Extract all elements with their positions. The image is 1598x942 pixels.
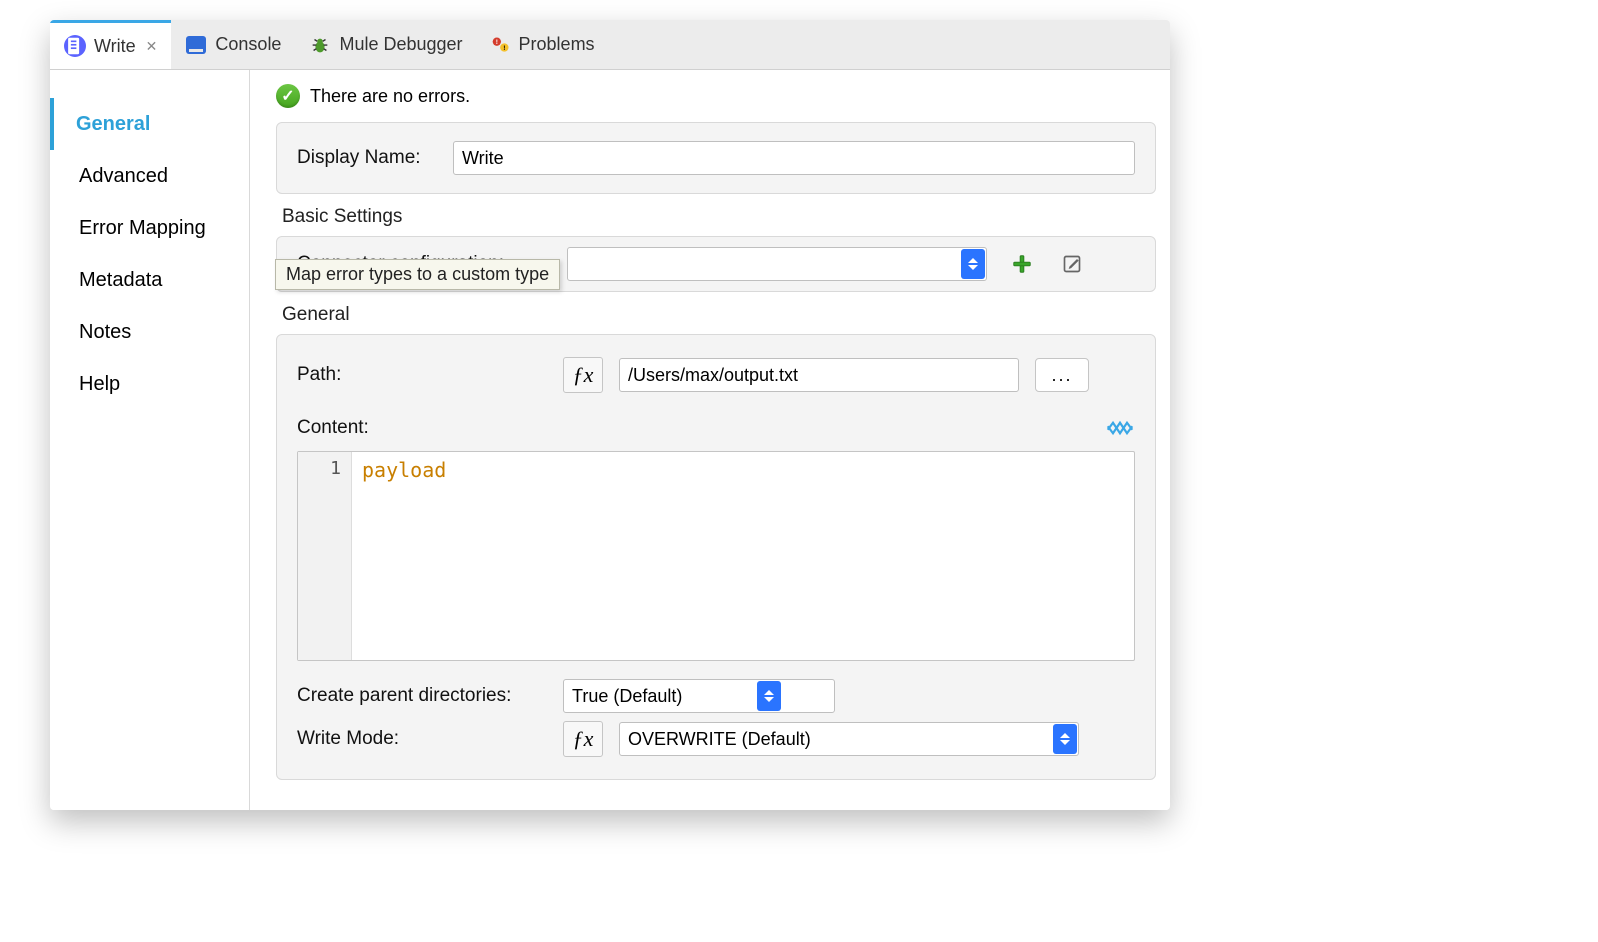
sidebar-item-general[interactable]: General	[50, 98, 249, 150]
properties-main: ✓ There are no errors. Display Name: Bas…	[250, 70, 1170, 810]
tab-label: Problems	[519, 34, 595, 55]
sidebar-item-label: Error Mapping	[79, 217, 206, 239]
close-icon[interactable]: ✕	[146, 38, 158, 55]
chevron-updown-icon[interactable]	[961, 249, 985, 279]
sidebar-item-advanced[interactable]: Advanced	[70, 150, 249, 202]
tab-label: Write	[94, 36, 136, 57]
chevron-updown-icon[interactable]	[757, 681, 781, 711]
write-mode-label: Write Mode:	[297, 728, 547, 750]
fx-toggle-writemode[interactable]: ƒx	[563, 721, 603, 757]
content-label: Content:	[297, 417, 547, 439]
edit-config-button[interactable]	[1057, 249, 1087, 279]
basic-settings-title: Basic Settings	[282, 206, 1156, 228]
general-section: Path: ƒx ... Content: 1	[276, 334, 1156, 780]
properties-window: Write ✕ Console Mule Debugger !! Problem…	[50, 20, 1170, 810]
properties-sidebar: General Advanced Error Mapping Metadata …	[50, 70, 250, 810]
sidebar-item-error-mapping[interactable]: Error Mapping	[70, 202, 249, 254]
status-text: There are no errors.	[310, 86, 470, 107]
sidebar-item-label: Advanced	[79, 165, 168, 187]
svg-text:!: !	[503, 45, 505, 52]
browse-path-button[interactable]: ...	[1035, 358, 1089, 392]
connector-config-select[interactable]	[567, 247, 987, 281]
path-label: Path:	[297, 364, 547, 386]
fx-toggle-path[interactable]: ƒx	[563, 357, 603, 393]
problems-icon: !!	[491, 35, 511, 55]
editor-content[interactable]: payload	[352, 452, 1134, 660]
write-mode-select[interactable]	[619, 722, 1079, 756]
write-component-icon	[64, 35, 86, 57]
console-icon	[185, 34, 207, 56]
sidebar-item-label: Notes	[79, 321, 131, 343]
tab-write[interactable]: Write ✕	[50, 20, 171, 69]
tab-mule-debugger[interactable]: Mule Debugger	[295, 20, 476, 69]
chevron-updown-icon[interactable]	[1053, 724, 1077, 754]
tab-label: Mule Debugger	[339, 34, 462, 55]
content-editor[interactable]: 1 payload	[297, 451, 1135, 661]
tab-console[interactable]: Console	[171, 20, 295, 69]
create-dirs-label: Create parent directories:	[297, 685, 547, 707]
sidebar-item-label: Metadata	[79, 269, 162, 291]
check-circle-icon: ✓	[276, 84, 300, 108]
view-tabbar: Write ✕ Console Mule Debugger !! Problem…	[50, 20, 1170, 70]
tab-problems[interactable]: !! Problems	[477, 20, 609, 69]
sidebar-item-help[interactable]: Help	[70, 358, 249, 410]
tab-label: Console	[215, 34, 281, 55]
tooltip-text: Map error types to a custom type	[286, 264, 549, 284]
add-config-button[interactable]	[1007, 249, 1037, 279]
bug-icon	[309, 34, 331, 56]
sidebar-item-notes[interactable]: Notes	[70, 306, 249, 358]
path-input[interactable]	[619, 358, 1019, 392]
validation-status: ✓ There are no errors.	[276, 84, 1156, 108]
error-mapping-tooltip: Map error types to a custom type	[275, 259, 560, 290]
create-dirs-select[interactable]	[563, 679, 835, 713]
dataweave-icon[interactable]	[1105, 413, 1135, 443]
display-name-label: Display Name:	[297, 147, 437, 169]
sidebar-item-label: General	[76, 113, 150, 135]
svg-text:!: !	[495, 39, 497, 46]
sidebar-item-metadata[interactable]: Metadata	[70, 254, 249, 306]
sidebar-item-label: Help	[79, 373, 120, 395]
display-name-input[interactable]	[453, 141, 1135, 175]
display-name-section: Display Name:	[276, 122, 1156, 194]
general-section-title: General	[282, 304, 1156, 326]
editor-line-number: 1	[298, 452, 352, 660]
